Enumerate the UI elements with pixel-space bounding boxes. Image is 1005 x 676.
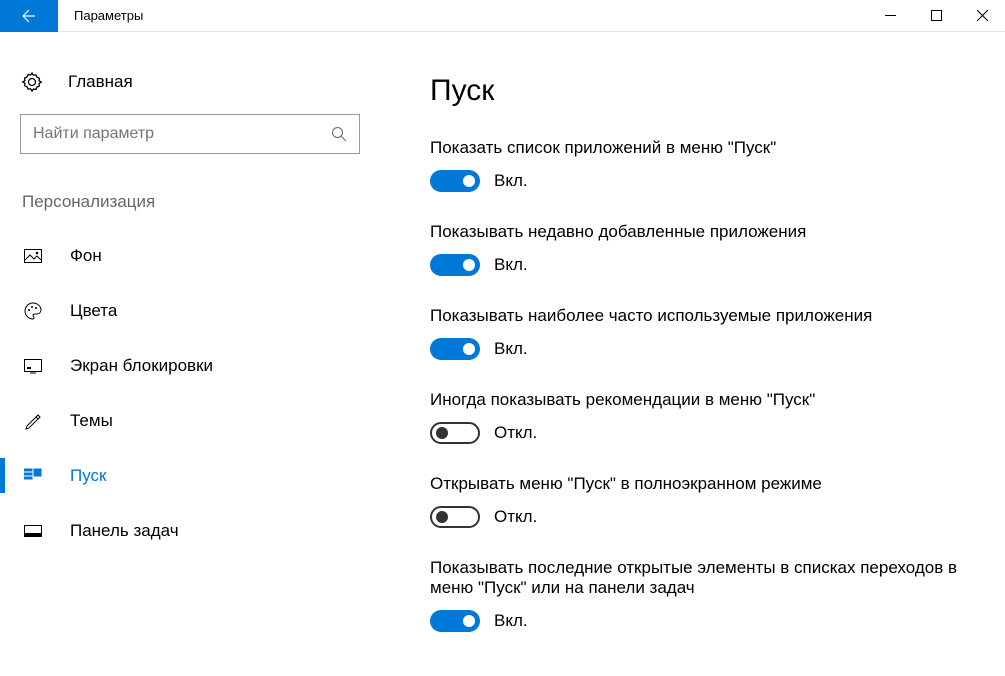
- themes-icon: [24, 412, 42, 430]
- setting-item: Показать список приложений в меню "Пуск"…: [430, 138, 965, 192]
- sidebar-item-themes[interactable]: Темы: [20, 393, 360, 448]
- lockscreen-icon: [24, 357, 42, 375]
- arrow-left-icon: [21, 8, 37, 24]
- toggle-switch[interactable]: [430, 170, 480, 192]
- sidebar-item-background[interactable]: Фон: [20, 228, 360, 283]
- sidebar-section-header: Персонализация: [22, 192, 360, 212]
- toggle-state-label: Вкл.: [494, 255, 528, 275]
- toggle-state-label: Вкл.: [494, 171, 528, 191]
- sidebar-item-label: Панель задач: [70, 521, 179, 541]
- toggle-switch[interactable]: [430, 422, 480, 444]
- sidebar-item-label: Темы: [70, 411, 113, 431]
- maximize-icon: [931, 10, 942, 21]
- setting-item: Показывать последние открытые элементы в…: [430, 558, 965, 632]
- sidebar-home-label: Главная: [68, 72, 133, 92]
- sidebar-item-lockscreen[interactable]: Экран блокировки: [20, 338, 360, 393]
- sidebar-item-label: Пуск: [70, 466, 106, 486]
- titlebar: Параметры: [0, 0, 1005, 32]
- search-input[interactable]: [33, 125, 331, 143]
- toggle-state-label: Вкл.: [494, 611, 528, 631]
- toggle-knob: [436, 427, 448, 439]
- sidebar-item-label: Фон: [70, 246, 102, 266]
- taskbar-icon: [24, 522, 42, 540]
- page-heading: Пуск: [430, 74, 965, 108]
- toggle-switch[interactable]: [430, 506, 480, 528]
- picture-icon: [24, 247, 42, 265]
- toggle-switch[interactable]: [430, 338, 480, 360]
- minimize-icon: [885, 10, 896, 21]
- toggle-knob: [436, 511, 448, 523]
- toggle-knob: [463, 175, 475, 187]
- sidebar-item-start[interactable]: Пуск: [20, 448, 360, 503]
- maximize-button[interactable]: [913, 0, 959, 32]
- toggle-switch[interactable]: [430, 254, 480, 276]
- sidebar-item-label: Цвета: [70, 301, 117, 321]
- setting-item: Открывать меню "Пуск" в полноэкранном ре…: [430, 474, 965, 528]
- toggle-state-label: Откл.: [494, 507, 537, 527]
- setting-label: Показывать недавно добавленные приложени…: [430, 222, 965, 242]
- setting-label: Показывать последние открытые элементы в…: [430, 558, 965, 598]
- palette-icon: [24, 302, 42, 320]
- sidebar-item-label: Экран блокировки: [70, 356, 213, 376]
- close-button[interactable]: [959, 0, 1005, 32]
- setting-label: Показать список приложений в меню "Пуск": [430, 138, 965, 158]
- close-icon: [977, 10, 988, 21]
- setting-label: Показывать наиболее часто используемые п…: [430, 306, 965, 326]
- window-title: Параметры: [74, 8, 867, 23]
- search-box[interactable]: [20, 114, 360, 154]
- toggle-knob: [463, 615, 475, 627]
- toggle-knob: [463, 343, 475, 355]
- start-icon: [24, 467, 42, 485]
- sidebar: Главная Персонализация Фон Цвета Экран б…: [0, 32, 380, 676]
- search-icon: [331, 126, 347, 142]
- sidebar-item-taskbar[interactable]: Панель задач: [20, 503, 360, 558]
- setting-item: Иногда показывать рекомендации в меню "П…: [430, 390, 965, 444]
- setting-label: Иногда показывать рекомендации в меню "П…: [430, 390, 965, 410]
- setting-item: Показывать наиболее часто используемые п…: [430, 306, 965, 360]
- setting-item: Показывать недавно добавленные приложени…: [430, 222, 965, 276]
- sidebar-home[interactable]: Главная: [20, 62, 360, 106]
- toggle-knob: [463, 259, 475, 271]
- setting-label: Открывать меню "Пуск" в полноэкранном ре…: [430, 474, 965, 494]
- toggle-state-label: Вкл.: [494, 339, 528, 359]
- toggle-switch[interactable]: [430, 610, 480, 632]
- gear-icon: [22, 72, 42, 92]
- sidebar-item-colors[interactable]: Цвета: [20, 283, 360, 338]
- minimize-button[interactable]: [867, 0, 913, 32]
- main-panel: Пуск Показать список приложений в меню "…: [380, 32, 1005, 676]
- toggle-state-label: Откл.: [494, 423, 537, 443]
- back-button[interactable]: [0, 0, 58, 32]
